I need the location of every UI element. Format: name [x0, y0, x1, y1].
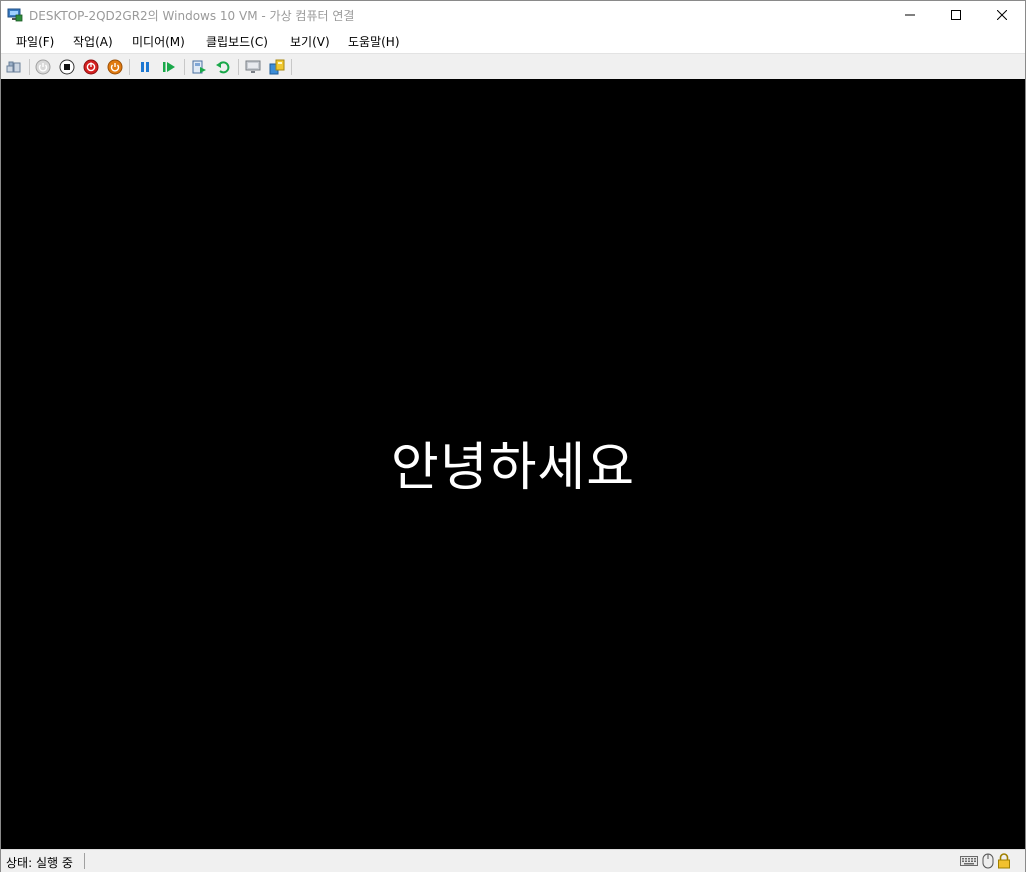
maximize-button[interactable]	[933, 1, 979, 29]
keyboard-icon	[960, 853, 978, 869]
toolbar-separator	[184, 59, 185, 75]
toolbar	[1, 53, 1025, 80]
status-separator	[84, 853, 85, 869]
greeting-text: 안녕하세요	[390, 438, 636, 498]
checkpoint-button[interactable]	[190, 58, 208, 76]
resume-button[interactable]	[160, 58, 178, 76]
pause-icon	[141, 62, 149, 72]
vm-connection-window: DESKTOP-2QD2GR2의 Windows 10 VM - 가상 컴퓨터 …	[0, 0, 1026, 872]
shutdown-icon	[83, 59, 99, 75]
turn-off-button[interactable]	[58, 58, 76, 76]
enhanced-session-button[interactable]	[244, 58, 262, 76]
maximize-icon	[951, 10, 961, 20]
status-bar: 상태: 실행 중	[1, 849, 1025, 872]
checkpoint-icon	[192, 60, 206, 74]
menu-action[interactable]: 작업(A)	[73, 33, 113, 50]
revert-button[interactable]	[214, 58, 232, 76]
toolbar-separator	[238, 59, 239, 75]
start-button[interactable]	[34, 58, 52, 76]
menu-clipboard[interactable]: 클립보드(C)	[206, 33, 268, 50]
menu-bar: 파일(F) 작업(A) 미디어(M) 클립보드(C) 보기(V) 도움말(H)	[1, 29, 1025, 51]
shutdown-button[interactable]	[82, 58, 100, 76]
status-text: 상태: 실행 중	[6, 856, 73, 870]
pause-button[interactable]	[136, 58, 154, 76]
ctrl-alt-del-button[interactable]	[5, 58, 23, 76]
enhanced-session-icon	[245, 60, 261, 73]
turn-off-icon	[59, 59, 75, 75]
close-icon	[997, 10, 1007, 20]
window-title: DESKTOP-2QD2GR2의 Windows 10 VM - 가상 컴퓨터 …	[29, 9, 355, 23]
vm-connect-app-icon	[7, 7, 23, 23]
share-button[interactable]	[268, 58, 286, 76]
revert-icon	[216, 61, 230, 74]
power-button[interactable]	[106, 58, 124, 76]
toolbar-separator	[291, 59, 292, 75]
ctrl-alt-del-icon	[6, 61, 21, 73]
close-button[interactable]	[979, 1, 1025, 29]
start-icon	[35, 59, 51, 75]
minimize-button[interactable]	[887, 1, 933, 29]
menu-view[interactable]: 보기(V)	[290, 33, 330, 50]
minimize-icon	[905, 14, 915, 16]
menu-help[interactable]: 도움말(H)	[348, 33, 400, 50]
menu-media[interactable]: 미디어(M)	[132, 33, 185, 50]
vm-display[interactable]: 안녕하세요	[1, 79, 1025, 849]
power-icon	[107, 59, 123, 75]
resume-icon	[163, 62, 175, 72]
toolbar-separator	[29, 59, 30, 75]
toolbar-separator	[129, 59, 130, 75]
mouse-icon	[982, 853, 994, 869]
menu-file[interactable]: 파일(F)	[16, 33, 54, 50]
share-icon	[269, 59, 285, 75]
lock-icon	[997, 853, 1011, 869]
title-bar[interactable]: DESKTOP-2QD2GR2의 Windows 10 VM - 가상 컴퓨터 …	[1, 1, 1025, 29]
